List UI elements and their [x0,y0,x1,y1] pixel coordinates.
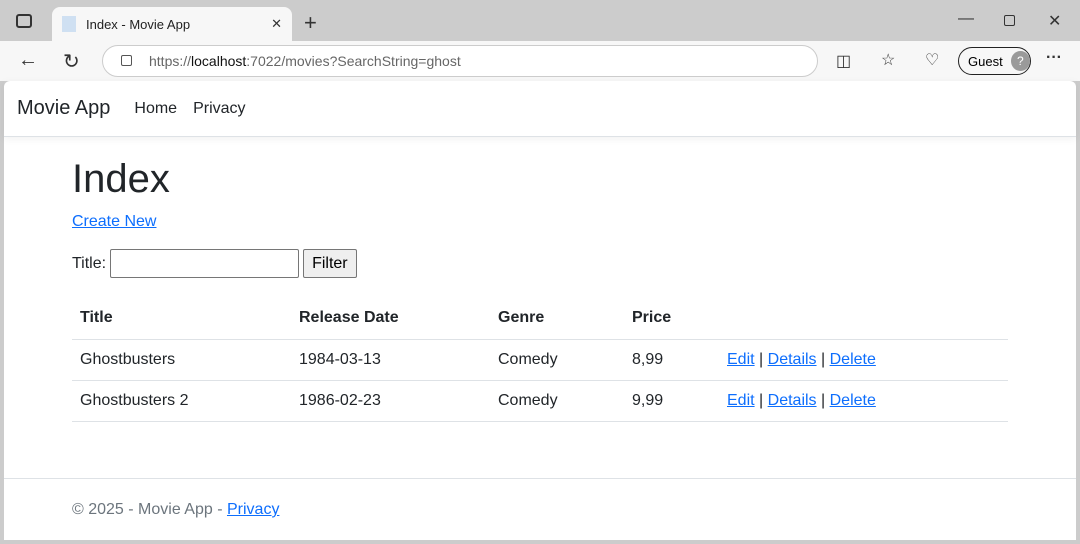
col-price: Price [624,298,719,340]
col-genre: Genre [490,298,624,340]
nav-privacy[interactable]: Privacy [193,100,245,118]
cell-date: 1986-02-23 [291,380,490,422]
footer-privacy-link[interactable]: Privacy [227,501,279,518]
address-bar[interactable]: https://localhost:7022/movies?SearchStri… [102,45,818,77]
col-release-date: Release Date [291,298,490,340]
title-filter-input[interactable] [110,249,300,278]
avatar-icon: ? [1010,51,1030,71]
cell-price: 8,99 [624,339,719,381]
browser-toolbar: ← ↻ https://localhost:7022/movies?Search… [0,41,1080,81]
tab-actions-icon[interactable] [16,14,32,28]
split-screen-icon[interactable]: ◫ [836,51,851,71]
lock-icon [121,55,132,66]
cell-actions: Edit | Details | Delete [719,380,1008,422]
details-link[interactable]: Details [768,351,817,368]
cell-genre: Comedy [490,380,624,422]
filter-label: Title: [72,254,107,272]
edit-link[interactable]: Edit [727,392,755,409]
separator: | [759,391,764,409]
movies-table: Title Release Date Genre Price Ghostbust… [72,298,1008,422]
page-title: Index [72,157,170,201]
cell-title: Ghostbusters [72,339,291,381]
url-prefix: https:// [149,53,192,69]
separator: | [821,350,826,368]
table-row: Ghostbusters 1984-03-13 Comedy 8,99 Edit… [72,339,1008,381]
profile-label: Guest [968,53,1003,69]
page-icon [62,16,76,32]
cell-genre: Comedy [490,339,624,381]
separator: | [821,391,826,409]
maximize-icon[interactable] [1004,15,1015,26]
table-row: Ghostbusters 2 1986-02-23 Comedy 9,99 Ed… [72,380,1008,422]
refresh-icon[interactable]: ↻ [63,49,80,74]
delete-link[interactable]: Delete [830,392,876,409]
nav-home[interactable]: Home [134,100,177,118]
browser-tab[interactable]: Index - Movie App ✕ [52,7,292,41]
close-tab-icon[interactable]: ✕ [271,16,282,32]
new-tab-icon[interactable]: + [304,10,317,36]
profile-button[interactable]: Guest ? [958,47,1031,75]
cell-price: 9,99 [624,380,719,422]
browser-essentials-icon[interactable]: ♡ [925,50,939,70]
minimize-icon[interactable]: — [958,10,974,28]
tab-strip: Index - Movie App ✕ + — ✕ [0,0,1080,41]
close-window-icon[interactable]: ✕ [1048,11,1061,31]
cell-title: Ghostbusters 2 [72,380,291,422]
back-icon[interactable]: ← [18,49,38,72]
footer: © 2025 - Movie App - Privacy [4,478,1076,519]
create-new-link[interactable]: Create New [72,213,156,230]
url-host: localhost [191,53,247,69]
edit-link[interactable]: Edit [727,351,755,368]
url-rest: :7022/movies?SearchString=ghost [246,53,461,69]
delete-link[interactable]: Delete [830,351,876,368]
filter-button[interactable]: Filter [303,249,357,278]
navbar: Movie App Home Privacy [4,81,1076,137]
more-icon[interactable]: ··· [1046,49,1062,67]
cell-date: 1984-03-13 [291,339,490,381]
footer-text: © 2025 - Movie App - [72,501,227,518]
table-header: Title Release Date Genre Price [72,298,1008,340]
web-page: Movie App Home Privacy Index Create New … [4,81,1076,540]
col-actions [719,298,1008,340]
main-content: Index Create New Title: Filter Title Rel… [4,157,1008,422]
separator: | [759,350,764,368]
cell-actions: Edit | Details | Delete [719,339,1008,381]
brand-link[interactable]: Movie App [17,97,110,120]
col-title: Title [72,298,291,340]
details-link[interactable]: Details [768,392,817,409]
tab-title: Index - Movie App [86,16,191,32]
favorites-icon[interactable]: ☆ [881,50,895,70]
